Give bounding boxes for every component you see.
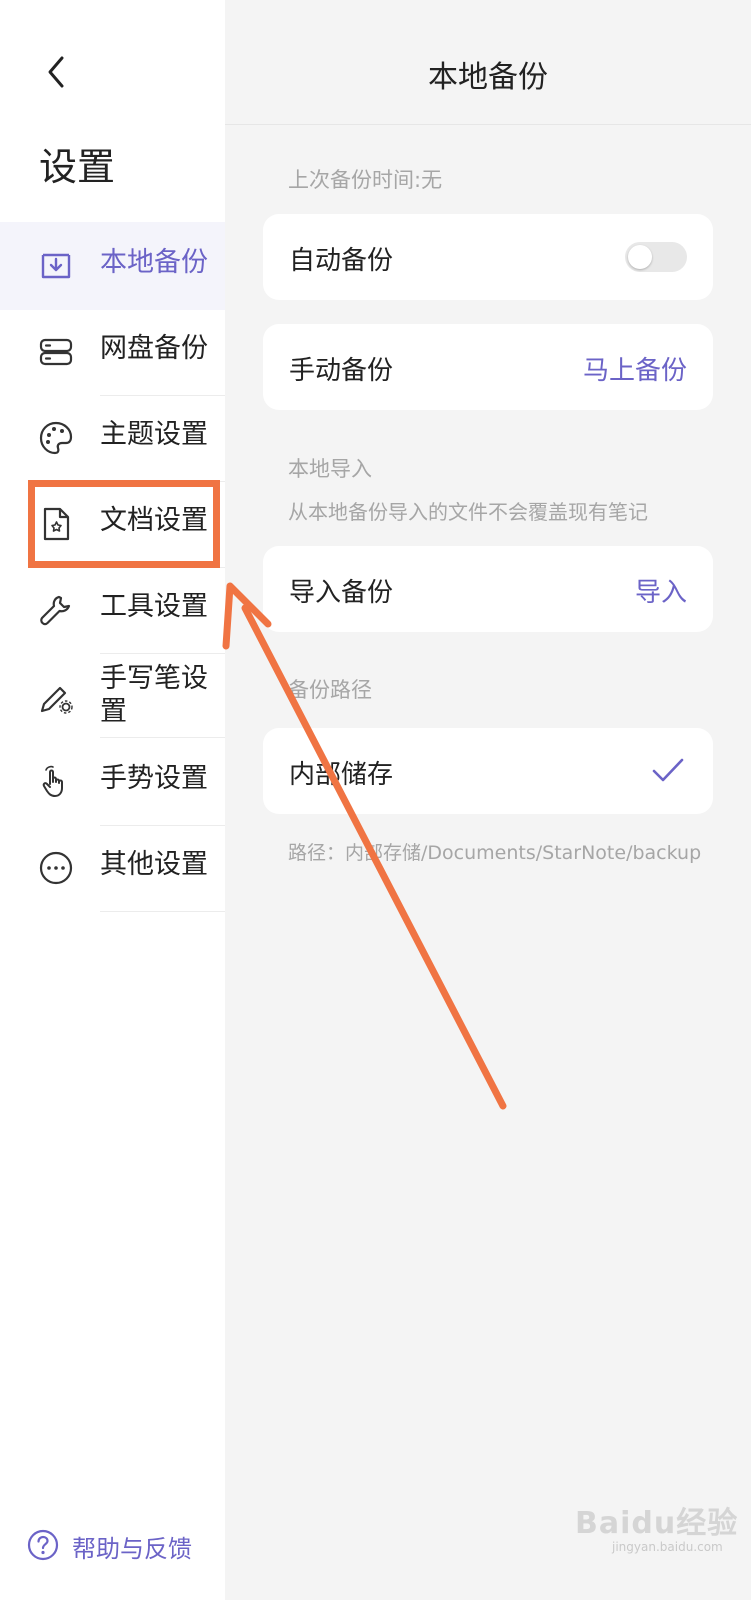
watermark-url: jingyan.baidu.com bbox=[612, 1540, 723, 1554]
watermark-logo: Baidu经验 bbox=[575, 1506, 739, 1541]
annotation-arrow bbox=[222, 582, 507, 1110]
